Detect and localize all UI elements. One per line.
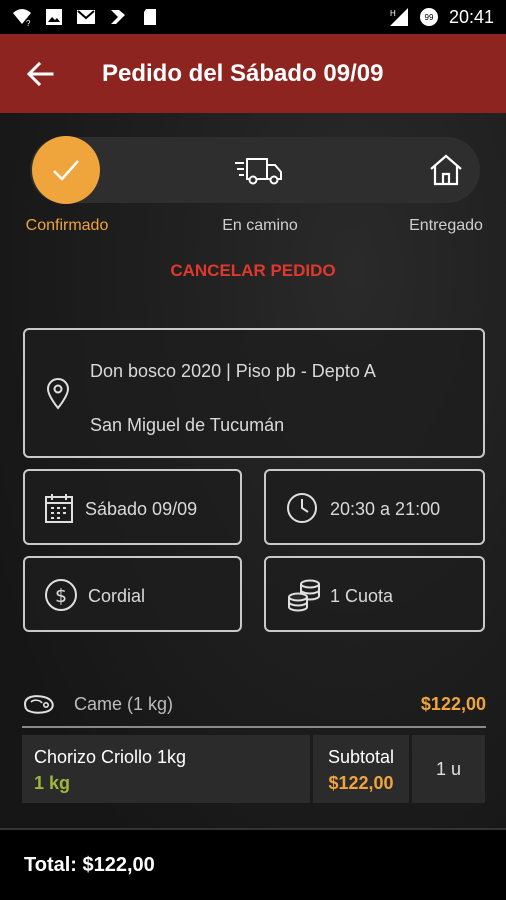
battery-badge-icon: 99: [419, 8, 438, 26]
dollar-coin-icon: $: [45, 579, 77, 611]
svg-text:99: 99: [425, 13, 434, 22]
category-header: Came (1 kg) $122,00: [22, 688, 486, 720]
category-label: Came (1 kg): [74, 693, 174, 714]
app-notification-icon: [111, 10, 125, 24]
truck-icon: [235, 158, 282, 185]
installments: 1 Cuota: [330, 586, 394, 606]
address-line-2: San Miguel de Tucumán: [90, 415, 285, 435]
sd-card-icon: [144, 9, 156, 25]
app-bar: Pedido del Sábado 09/09: [0, 34, 506, 113]
svg-text:$: $: [55, 585, 67, 607]
coins-stack-icon: [288, 579, 320, 612]
step-en-camino: [224, 136, 292, 204]
mail-icon: [77, 10, 95, 24]
product-quantity: 1 kg: [34, 773, 71, 793]
cancel-order-button[interactable]: CANCELAR PEDIDO: [0, 261, 506, 281]
home-icon: [430, 154, 462, 186]
subtotal-value: $122,00: [328, 773, 394, 793]
time-card: 20:30 a 21:00: [264, 469, 485, 545]
payment-method: Cordial: [88, 586, 146, 606]
product-subtotal: Subtotal $122,00: [313, 735, 409, 803]
step-label-en-camino: En camino: [222, 217, 298, 234]
product-units: 1 u: [412, 735, 485, 803]
address-line-1: Don bosco 2020 | Piso pb - Depto A: [90, 361, 376, 381]
signal-icon: H: [389, 8, 408, 26]
total-bar: Total: $122,00: [0, 828, 506, 900]
status-bar: ? H 99 20:41: [0, 0, 506, 34]
subtotal-label: Subtotal: [327, 747, 395, 767]
units-value: 1 u: [435, 759, 462, 779]
step-confirmado: [32, 136, 100, 204]
page-title: Pedido del Sábado 09/09: [102, 59, 384, 87]
clock-icon: [287, 493, 317, 523]
step-label-entregado: Entregado: [409, 217, 483, 234]
product-item[interactable]: Chorizo Criollo 1kg 1 kg: [22, 735, 310, 803]
meat-icon: [23, 695, 54, 714]
order-total: Total: $122,00: [24, 853, 155, 876]
wifi-question-icon: ?: [13, 9, 31, 27]
calendar-icon: [45, 494, 73, 523]
product-name: Chorizo Criollo 1kg: [34, 747, 187, 767]
step-label-confirmado: Confirmado: [25, 217, 109, 234]
back-button[interactable]: [8, 42, 72, 106]
delivery-time-range: 20:30 a 21:00: [330, 499, 441, 519]
date-card: Sábado 09/09: [23, 469, 242, 545]
clock: 20:41: [448, 6, 494, 27]
installments-card: 1 Cuota: [264, 556, 485, 632]
payment-card: $ Cordial: [23, 556, 242, 632]
category-price: $122,00: [420, 693, 486, 714]
svg-text:H: H: [390, 9, 396, 18]
delivery-date: Sábado 09/09: [85, 499, 198, 519]
category-divider: [22, 726, 486, 728]
address-card: Don bosco 2020 | Piso pb - Depto A San M…: [23, 328, 485, 458]
image-icon: [46, 9, 62, 25]
step-entregado: [412, 136, 480, 204]
arrow-back-icon: [26, 61, 54, 86]
location-pin-icon: [46, 378, 70, 410]
check-icon: [53, 160, 79, 181]
svg-text:?: ?: [26, 19, 31, 27]
